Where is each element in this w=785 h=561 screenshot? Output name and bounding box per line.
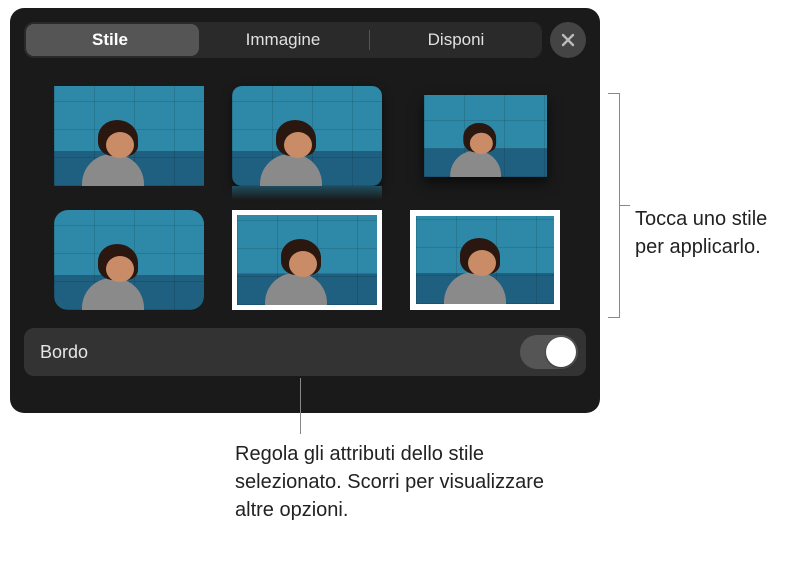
tab-style-label: Stile (92, 30, 128, 49)
person-silhouette (434, 232, 514, 304)
border-row[interactable]: Bordo (24, 328, 586, 376)
format-panel: Stile Immagine Disponi (10, 8, 600, 413)
callout-grid: Tocca uno stile per applicarlo. (635, 205, 780, 261)
callout-leader-right (620, 205, 630, 206)
tab-arrange[interactable]: Disponi (370, 22, 542, 58)
person-silhouette (72, 114, 152, 186)
thumbnail-image (54, 210, 204, 310)
style-thumb-stacked-white[interactable] (410, 210, 560, 310)
person-silhouette (72, 238, 152, 310)
switch-knob (546, 337, 576, 367)
style-thumb-rounded[interactable] (54, 210, 204, 310)
style-thumb-white-border[interactable] (232, 210, 382, 310)
tab-divider (369, 30, 370, 50)
thumbnail-image (416, 216, 554, 304)
callout-controls: Regola gli attributi dello stile selezio… (235, 440, 565, 524)
style-thumb-rounded-shadow[interactable] (232, 86, 382, 186)
style-thumbnail-grid (10, 58, 600, 320)
tab-arrange-label: Disponi (428, 30, 485, 49)
callout-bracket-right (608, 93, 620, 318)
callout-grid-text: Tocca uno stile per applicarlo. (635, 208, 767, 258)
tab-image-label: Immagine (246, 30, 321, 49)
callout-leader-bottom (300, 378, 301, 434)
person-silhouette (442, 118, 508, 177)
thumbnail-image (54, 86, 204, 186)
thumbnail-image (237, 215, 377, 305)
person-silhouette (255, 233, 335, 305)
style-thumb-small-shadow[interactable] (410, 86, 560, 186)
border-switch[interactable] (520, 335, 578, 369)
tab-image[interactable]: Immagine (197, 22, 369, 58)
thumbnail-image (232, 86, 382, 186)
tab-style[interactable]: Stile (24, 22, 196, 58)
callout-controls-text: Regola gli attributi dello stile selezio… (235, 443, 544, 521)
close-icon (560, 32, 576, 48)
thumbnail-image (424, 95, 547, 177)
person-silhouette (250, 114, 330, 186)
style-thumb-plain[interactable] (54, 86, 204, 186)
border-label: Bordo (40, 342, 88, 363)
panel-header: Stile Immagine Disponi (10, 8, 600, 58)
format-tabs: Stile Immagine Disponi (24, 22, 542, 58)
close-button[interactable] (550, 22, 586, 58)
